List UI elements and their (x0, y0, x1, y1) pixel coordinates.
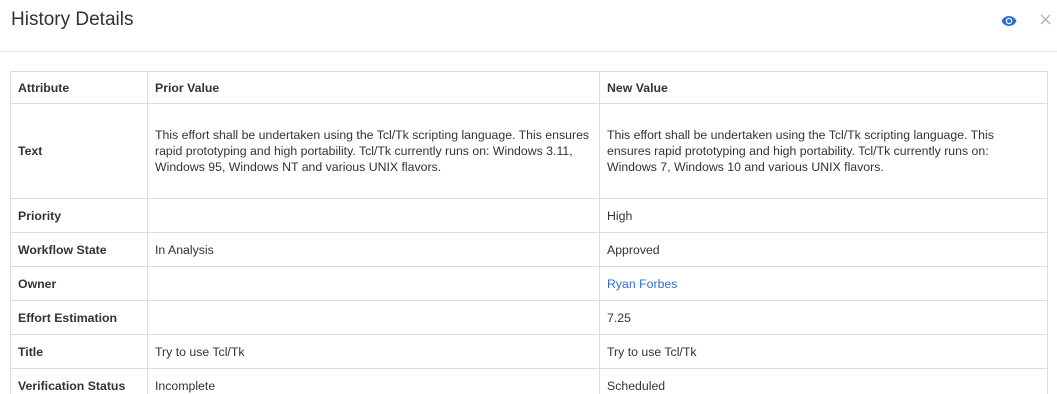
attribute-cell: Owner (10, 266, 148, 301)
new-value-text: This effort shall be undertaken using th… (607, 128, 994, 174)
eye-icon[interactable] (1001, 14, 1017, 26)
table-row: Priority High (10, 198, 1048, 233)
eye-icon-graphic (1001, 16, 1017, 26)
table-row: Workflow State In Analysis Approved (10, 232, 1048, 267)
prior-value-cell (147, 198, 600, 233)
new-value-cell: Approved (599, 232, 1048, 267)
table-row: Title Try to use Tcl/Tk Try to use Tcl/T… (10, 334, 1048, 369)
prior-value-cell: Incomplete (147, 368, 600, 394)
table-row: Effort Estimation 7.25 (10, 300, 1048, 335)
owner-link[interactable]: Ryan Forbes (607, 277, 677, 291)
header-row: Attribute Prior Value New Value (10, 71, 1048, 104)
table-row: Verification Status Incomplete Scheduled (10, 368, 1048, 394)
attribute-cell: Verification Status (10, 368, 148, 394)
prior-value-cell: In Analysis (147, 232, 600, 267)
table-row: Owner Ryan Forbes (10, 266, 1048, 301)
column-header-attribute: Attribute (10, 71, 148, 104)
attribute-cell: Workflow State (10, 232, 148, 267)
new-value-cell: Scheduled (599, 368, 1048, 394)
modal-title: History Details (11, 9, 134, 30)
column-header-new-value: New Value (599, 71, 1048, 104)
prior-value-cell (147, 266, 600, 301)
new-value-cell: This effort shall be undertaken using th… (599, 103, 1048, 199)
table-row: Text This effort shall be undertaken usi… (10, 103, 1048, 199)
new-value-cell: High (599, 198, 1048, 233)
attribute-cell: Effort Estimation (10, 300, 148, 335)
attribute-cell: Priority (10, 198, 148, 233)
history-table: Attribute Prior Value New Value Text Thi… (10, 71, 1048, 394)
new-value-cell: Ryan Forbes (599, 266, 1048, 301)
close-icon[interactable]: × (1038, 10, 1053, 30)
history-details-modal: History Details × Attribute Prior Value … (0, 0, 1057, 394)
new-value-cell: 7.25 (599, 300, 1048, 335)
column-header-prior-value: Prior Value (147, 71, 600, 104)
attribute-cell: Text (10, 103, 148, 199)
history-table-body: Text This effort shall be undertaken usi… (10, 103, 1048, 394)
prior-value-cell (147, 300, 600, 335)
history-table-container: Attribute Prior Value New Value Text Thi… (10, 71, 1048, 394)
attribute-cell: Title (10, 334, 148, 369)
new-value-cell: Try to use Tcl/Tk (599, 334, 1048, 369)
prior-value-cell: Try to use Tcl/Tk (147, 334, 600, 369)
history-table-header: Attribute Prior Value New Value (10, 71, 1048, 104)
modal-header: History Details × (0, 0, 1057, 52)
prior-value-cell: This effort shall be undertaken using th… (147, 103, 600, 199)
prior-value-text: This effort shall be undertaken using th… (155, 128, 590, 174)
